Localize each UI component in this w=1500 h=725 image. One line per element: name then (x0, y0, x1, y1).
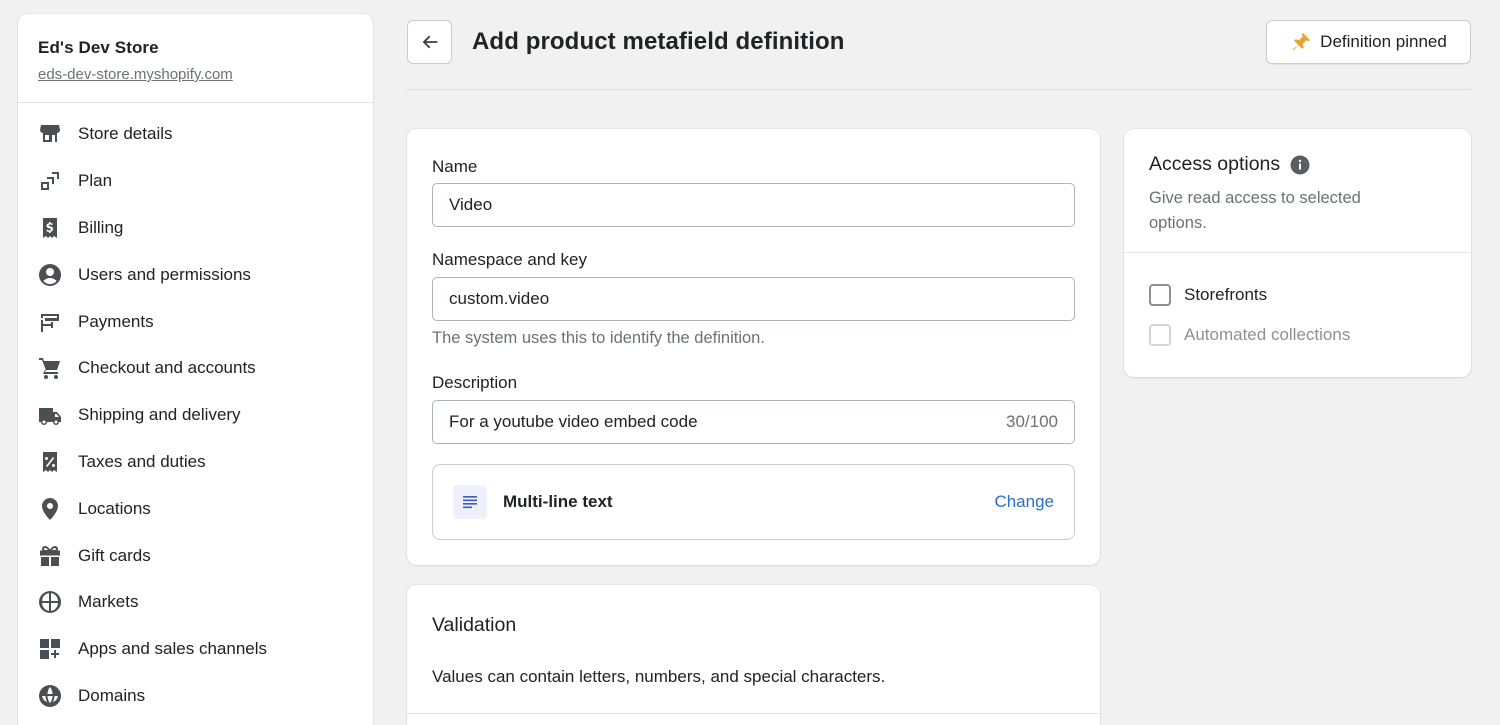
sidebar-item-label: Store details (78, 124, 173, 144)
change-type-link[interactable]: Change (994, 492, 1054, 512)
content-type-box: Multi-line text Change (432, 464, 1075, 540)
access-options-description: Give read access to selected options. (1149, 189, 1361, 232)
automated-collections-label: Automated collections (1184, 325, 1351, 344)
description-label: Description (432, 373, 518, 392)
sidebar-item-payments[interactable]: Payments (18, 298, 373, 345)
sidebar-item-gift-cards[interactable]: Gift cards (18, 532, 373, 579)
namespace-label: Namespace and key (432, 250, 587, 269)
markets-globe-icon (38, 590, 62, 614)
sidebar-item-label: Gift cards (78, 545, 151, 565)
plan-icon (38, 169, 62, 193)
content-type-label: Multi-line text (503, 492, 613, 511)
page-title: Add product metafield definition (472, 28, 845, 55)
sidebar-item-shipping[interactable]: Shipping and delivery (18, 392, 373, 439)
header-divider (407, 89, 1471, 90)
pin-icon (1290, 31, 1312, 53)
validation-card: Validation Values can contain letters, n… (407, 585, 1100, 725)
info-icon[interactable] (1290, 155, 1310, 175)
name-label: Name (432, 157, 478, 176)
description-input[interactable]: For a youtube video embed code 30/100 (432, 400, 1075, 444)
access-options-title-row: Access options (1149, 153, 1446, 176)
payments-icon (38, 310, 62, 334)
namespace-help-text: The system uses this to identify the def… (432, 329, 765, 347)
sidebar-item-label: Markets (78, 592, 139, 612)
storefronts-label: Storefronts (1184, 285, 1268, 304)
store-icon (38, 122, 62, 146)
sidebar-item-apps[interactable]: Apps and sales channels (18, 626, 373, 673)
store-url-link[interactable]: eds-dev-store.myshopify.com (38, 66, 353, 83)
sidebar-item-label: Apps and sales channels (78, 639, 268, 659)
storefronts-checkbox[interactable] (1149, 284, 1171, 306)
access-options-header: Access options Give read access to selec… (1124, 129, 1471, 253)
sidebar-item-store-details[interactable]: Store details (18, 111, 373, 158)
location-pin-icon (38, 497, 62, 521)
definition-form-card: Name Video Namespace and key custom.vide… (407, 129, 1100, 565)
arrow-left-icon (422, 35, 437, 49)
validation-title: Validation (432, 614, 517, 636)
sidebar-item-label: Taxes and duties (78, 451, 206, 471)
cart-icon (38, 356, 62, 380)
sidebar-item-label: Payments (78, 311, 154, 331)
text-lines-icon (453, 485, 487, 519)
sidebar-item-label: Domains (78, 685, 146, 705)
sidebar-item-label: Locations (78, 498, 151, 518)
sidebar-item-label: Shipping and delivery (78, 405, 241, 425)
namespace-value: custom.video (449, 289, 550, 308)
access-options-card: Access options Give read access to selec… (1124, 129, 1471, 377)
validation-divider (407, 713, 1100, 714)
name-input[interactable]: Video (432, 183, 1075, 227)
sidebar-item-users[interactable]: Users and permissions (18, 251, 373, 298)
sidebar-item-billing[interactable]: Billing (18, 205, 373, 252)
back-button[interactable] (407, 20, 452, 64)
sidebar-item-label: Plan (78, 171, 113, 191)
sidebar-item-plan[interactable]: Plan (18, 158, 373, 205)
truck-icon (38, 403, 62, 427)
definition-pinned-label: Definition pinned (1320, 32, 1447, 51)
name-value: Video (449, 195, 493, 214)
gift-icon (38, 544, 62, 568)
domains-globe-icon (38, 684, 62, 708)
tax-icon (38, 450, 62, 474)
character-counter: 30/100 (1006, 412, 1058, 431)
settings-sidebar: Ed's Dev Store eds-dev-store.myshopify.c… (18, 14, 373, 725)
apps-icon (38, 637, 62, 661)
billing-icon (38, 216, 62, 240)
user-icon (38, 263, 62, 287)
definition-pinned-button[interactable]: Definition pinned (1266, 20, 1471, 64)
automated-collections-option: Automated collections (1149, 324, 1350, 346)
store-header: Ed's Dev Store eds-dev-store.myshopify.c… (18, 14, 373, 103)
access-options-title: Access options (1149, 153, 1281, 175)
namespace-key-input[interactable]: custom.video (432, 277, 1075, 321)
sidebar-item-locations[interactable]: Locations (18, 485, 373, 532)
description-value: For a youtube video embed code (449, 412, 698, 431)
validation-text: Values can contain letters, numbers, and… (432, 667, 886, 686)
storefronts-option[interactable]: Storefronts (1149, 284, 1267, 306)
sidebar-item-domains[interactable]: Domains (18, 673, 373, 720)
sidebar-item-taxes[interactable]: Taxes and duties (18, 439, 373, 486)
sidebar-item-label: Users and permissions (78, 264, 251, 284)
sidebar-item-label: Checkout and accounts (78, 358, 256, 378)
settings-nav: Store details Plan Billing Users and per… (18, 103, 373, 719)
automated-collections-checkbox (1149, 324, 1171, 346)
store-name: Ed's Dev Store (38, 38, 159, 57)
sidebar-item-checkout[interactable]: Checkout and accounts (18, 345, 373, 392)
sidebar-item-markets[interactable]: Markets (18, 579, 373, 626)
sidebar-item-label: Billing (78, 217, 124, 237)
